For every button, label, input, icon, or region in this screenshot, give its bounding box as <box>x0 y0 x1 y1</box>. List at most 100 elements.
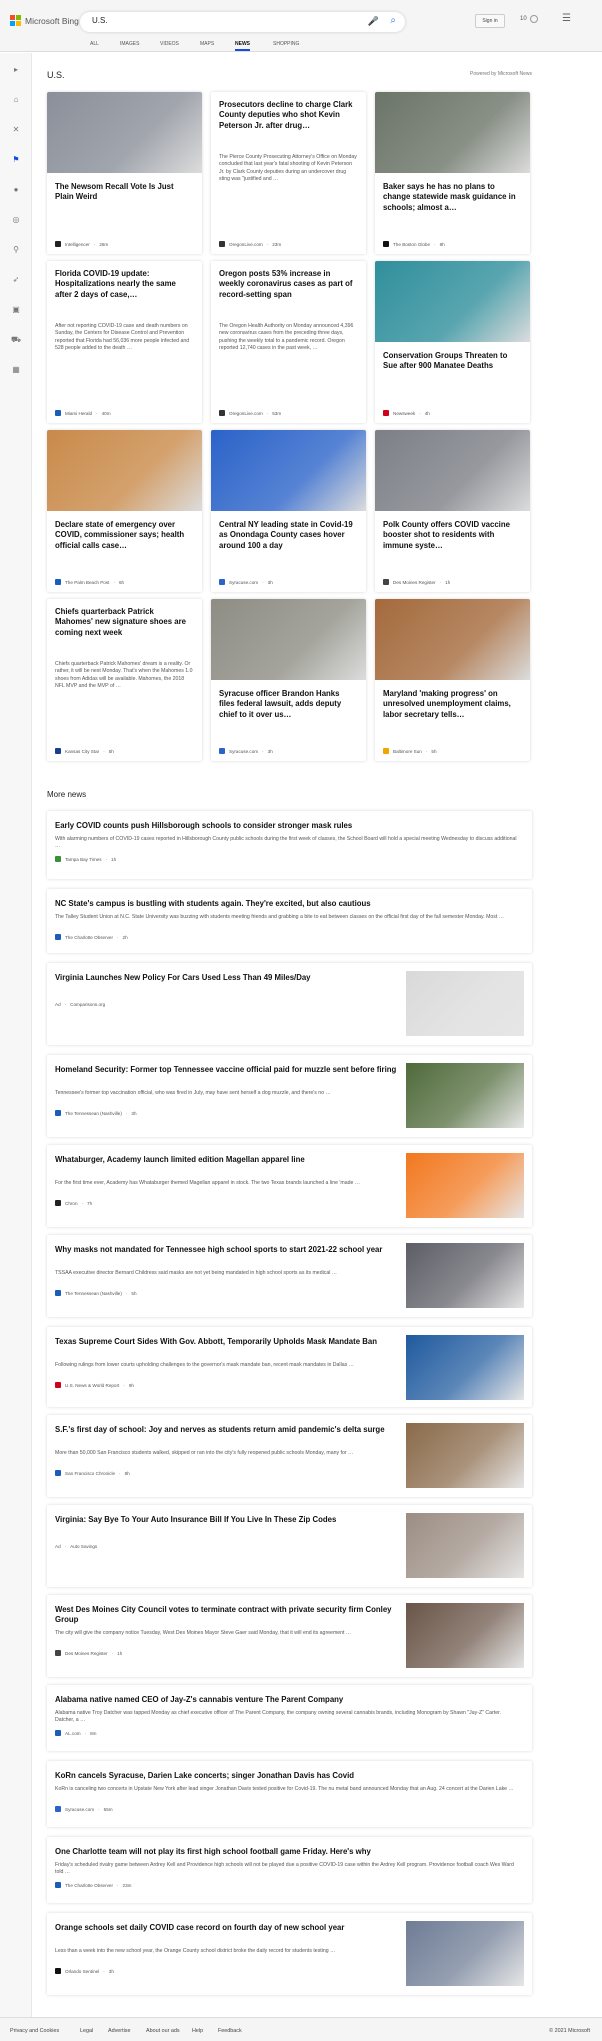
more-news-image[interactable] <box>406 1243 524 1308</box>
footer-link-privacy-and-cookies[interactable]: Privacy and Cookies <box>10 2028 59 2034</box>
more-news-item[interactable]: Texas Supreme Court Sides With Gov. Abbo… <box>47 1327 532 1407</box>
chevron-right-icon[interactable]: ▸ <box>10 64 22 76</box>
news-card[interactable]: Oregon posts 53% increase in weekly coro… <box>211 261 366 423</box>
more-news-item[interactable]: Virginia: Say Bye To Your Auto Insurance… <box>47 1505 532 1587</box>
more-news-image[interactable] <box>406 1513 524 1578</box>
news-card-title[interactable]: Conservation Groups Threaten to Sue afte… <box>383 351 521 372</box>
more-news-item[interactable]: Orange schools set daily COVID case reco… <box>47 1913 532 1995</box>
more-news-item[interactable]: Whataburger, Academy launch limited edit… <box>47 1145 532 1227</box>
more-news-image[interactable] <box>406 1423 524 1488</box>
more-news-item[interactable]: S.F.'s first day of school: Joy and nerv… <box>47 1415 532 1497</box>
bing-logo[interactable]: Microsoft Bing <box>10 15 79 26</box>
more-news-title[interactable]: Why masks not mandated for Tennessee hig… <box>55 1245 400 1255</box>
more-news-title[interactable]: Homeland Security: Former top Tennessee … <box>55 1065 400 1075</box>
news-card-title[interactable]: Prosecutors decline to charge Clark Coun… <box>219 100 357 131</box>
more-news-title[interactable]: NC State's campus is bustling with stude… <box>55 899 520 909</box>
news-card-source[interactable]: Des Moines Register · 1h <box>383 579 450 585</box>
location-pin-icon[interactable]: ● <box>10 184 22 196</box>
more-news-source[interactable]: Des Moines Register · 1h <box>55 1650 122 1656</box>
news-card[interactable]: Florida COVID-19 update: Hospitalization… <box>47 261 202 423</box>
news-card-source[interactable]: The Boston Globe · 8h <box>383 241 445 247</box>
tab-shopping[interactable]: SHOPPING <box>273 41 299 47</box>
news-card-title[interactable]: Polk County offers COVID vaccine booster… <box>383 520 521 551</box>
footer-link-feedback[interactable]: Feedback <box>218 2028 242 2034</box>
tab-all[interactable]: ALL <box>90 41 99 47</box>
more-news-item[interactable]: NC State's campus is bustling with stude… <box>47 889 532 953</box>
more-news-title[interactable]: Texas Supreme Court Sides With Gov. Abbo… <box>55 1337 400 1347</box>
tab-maps[interactable]: MAPS <box>200 41 214 47</box>
news-card-source[interactable]: Syracuse.com · 3h <box>219 579 273 585</box>
tools-icon[interactable]: ✕ <box>10 124 22 136</box>
news-card-source[interactable]: Newsweek · 4h <box>383 410 430 416</box>
more-news-item[interactable]: Homeland Security: Former top Tennessee … <box>47 1055 532 1137</box>
more-news-source[interactable]: The Tennessean (Nashville) · 3h <box>55 1110 137 1116</box>
news-card[interactable]: Polk County offers COVID vaccine booster… <box>375 430 530 592</box>
more-news-title[interactable]: KoRn cancels Syracuse, Darien Lake conce… <box>55 1771 520 1781</box>
home-icon[interactable]: ⌂ <box>10 94 22 106</box>
bank-icon[interactable]: ▦ <box>10 364 22 376</box>
more-news-title[interactable]: Alabama native named CEO of Jay-Z's cann… <box>55 1695 520 1705</box>
hamburger-menu-icon[interactable]: ☰ <box>562 14 572 24</box>
news-card[interactable]: Conservation Groups Threaten to Sue afte… <box>375 261 530 423</box>
more-news-source[interactable]: U.S. News & World Report · 9h <box>55 1382 134 1388</box>
more-news-image[interactable] <box>406 1921 524 1986</box>
news-card-source[interactable]: Miami Herald · 40m <box>55 410 111 416</box>
tab-news[interactable]: NEWS <box>235 41 250 51</box>
news-card-title[interactable]: Maryland 'making progress' on unresolved… <box>383 689 521 720</box>
more-news-image[interactable] <box>406 1153 524 1218</box>
more-news-item[interactable]: KoRn cancels Syracuse, Darien Lake conce… <box>47 1761 532 1827</box>
search-icon[interactable]: ⌕ <box>390 15 396 26</box>
more-news-source[interactable]: The Tennessean (Nashville) · 5h <box>55 1290 137 1296</box>
more-news-title[interactable]: Virginia Launches New Policy For Cars Us… <box>55 973 400 983</box>
news-card[interactable]: Maryland 'making progress' on unresolved… <box>375 599 530 761</box>
news-card-image[interactable] <box>47 430 202 511</box>
news-card-image[interactable] <box>211 430 366 511</box>
news-card-image[interactable] <box>375 261 530 342</box>
news-card-source[interactable]: Intelligencer · 26m <box>55 241 108 247</box>
more-news-title[interactable]: West Des Moines City Council votes to te… <box>55 1605 400 1625</box>
globe-icon[interactable]: ◎ <box>10 214 22 226</box>
more-news-title[interactable]: S.F.'s first day of school: Joy and nerv… <box>55 1425 400 1435</box>
more-news-image[interactable] <box>406 971 524 1036</box>
more-news-source[interactable]: Ad · Comparisons.org <box>55 1002 105 1007</box>
film-icon[interactable]: ▣ <box>10 304 22 316</box>
footer-link-advertise[interactable]: Advertise <box>108 2028 130 2034</box>
news-card-source[interactable]: Kansas City Star · 5h <box>55 748 114 754</box>
footer-link-help[interactable]: Help <box>192 2028 203 2034</box>
more-news-title[interactable]: Orange schools set daily COVID case reco… <box>55 1923 400 1933</box>
more-news-source[interactable]: Orlando Sentinel · 3h <box>55 1968 114 1974</box>
tab-videos[interactable]: VIDEOS <box>160 41 179 47</box>
more-news-item[interactable]: Alabama native named CEO of Jay-Z's cann… <box>47 1685 532 1751</box>
search-box[interactable]: 🎤 ⌕ <box>80 12 405 32</box>
more-news-source[interactable]: The Charlotte Observer · 23m <box>55 1882 131 1888</box>
news-card-source[interactable]: Baltimore Sun · 5h <box>383 748 437 754</box>
more-news-source[interactable]: The Charlotte Observer · 2h <box>55 934 128 940</box>
more-news-item[interactable]: Early COVID counts push Hillsborough sch… <box>47 811 532 879</box>
more-news-title[interactable]: One Charlotte team will not play its fir… <box>55 1847 520 1857</box>
news-card-image[interactable] <box>375 92 530 173</box>
news-card-source[interactable]: Syracuse.com · 3h <box>219 748 273 754</box>
flag-icon[interactable]: ⚑ <box>10 154 22 166</box>
more-news-item[interactable]: One Charlotte team will not play its fir… <box>47 1837 532 1903</box>
more-news-title[interactable]: Early COVID counts push Hillsborough sch… <box>55 821 520 831</box>
news-card-title[interactable]: Declare state of emergency over COVID, c… <box>55 520 193 551</box>
search-input[interactable] <box>92 16 342 25</box>
more-news-source[interactable]: Ad · Auto Savings <box>55 1544 97 1549</box>
more-news-source[interactable]: AL.com · 8m <box>55 1730 97 1736</box>
news-card-title[interactable]: Chiefs quarterback Patrick Mahomes' new … <box>55 607 193 638</box>
news-card-title[interactable]: The Newsom Recall Vote Is Just Plain Wei… <box>55 182 193 203</box>
more-news-item[interactable]: West Des Moines City Council votes to te… <box>47 1595 532 1677</box>
news-card[interactable]: Declare state of emergency over COVID, c… <box>47 430 202 592</box>
running-icon[interactable]: ⚲ <box>10 244 22 256</box>
news-card-image[interactable] <box>47 92 202 173</box>
more-news-title[interactable]: Virginia: Say Bye To Your Auto Insurance… <box>55 1515 400 1525</box>
news-card[interactable]: The Newsom Recall Vote Is Just Plain Wei… <box>47 92 202 254</box>
more-news-item[interactable]: Virginia Launches New Policy For Cars Us… <box>47 963 532 1045</box>
more-news-source[interactable]: San Francisco Chronicle · 8h <box>55 1470 130 1476</box>
news-card-source[interactable]: The Palm Beach Post · 6h <box>55 579 124 585</box>
rocket-icon[interactable]: ➶ <box>10 274 22 286</box>
news-card-image[interactable] <box>375 430 530 511</box>
news-card[interactable]: Syracuse officer Brandon Hanks files fed… <box>211 599 366 761</box>
more-news-source[interactable]: Syracuse.com · 55m <box>55 1806 113 1812</box>
news-card-source[interactable]: OregonLive.com · 53m <box>219 410 281 416</box>
